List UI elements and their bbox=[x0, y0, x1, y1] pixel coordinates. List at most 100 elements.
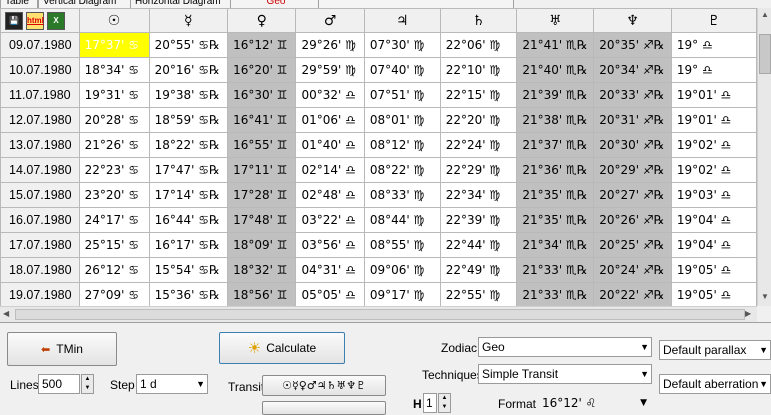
position-cell[interactable]: 15°54' ♋℞ bbox=[148, 257, 229, 283]
position-cell[interactable]: 22°49' ♍ bbox=[439, 257, 518, 283]
position-cell[interactable]: 16°55' ♊ bbox=[227, 132, 297, 158]
position-cell[interactable]: 19° ♎ bbox=[670, 32, 757, 58]
zodiac-select[interactable]: Geo ▼ bbox=[478, 337, 652, 357]
h-input[interactable]: 1 bbox=[423, 393, 437, 413]
horizontal-scroll-thumb[interactable] bbox=[15, 309, 745, 320]
position-cell[interactable]: 20°29' ♐℞ bbox=[593, 157, 672, 183]
position-cell[interactable]: 21°41' ♏℞ bbox=[516, 32, 595, 58]
position-cell[interactable]: 08°12' ♍ bbox=[363, 132, 441, 158]
tmin-button[interactable]: ⬅ TMin bbox=[7, 332, 117, 366]
position-cell[interactable]: 08°01' ♍ bbox=[363, 107, 441, 133]
position-cell[interactable]: 19°01' ♎ bbox=[670, 82, 757, 108]
position-cell[interactable]: 20°30' ♐℞ bbox=[593, 132, 672, 158]
lines-spinner[interactable]: ▲ ▼ bbox=[81, 374, 94, 394]
position-cell[interactable]: 20°34' ♐℞ bbox=[593, 57, 672, 83]
lines-input[interactable]: 500 bbox=[38, 374, 80, 394]
position-cell[interactable]: 18°32' ♊ bbox=[227, 257, 297, 283]
position-cell[interactable]: 07°51' ♍ bbox=[363, 82, 441, 108]
position-cell[interactable]: 19°04' ♎ bbox=[670, 232, 757, 258]
position-cell[interactable]: 01°40' ♎ bbox=[295, 132, 365, 158]
position-cell[interactable]: 16°30' ♊ bbox=[227, 82, 297, 108]
position-cell[interactable]: 15°36' ♋℞ bbox=[148, 282, 229, 306]
position-cell[interactable]: 21°40' ♏℞ bbox=[516, 57, 595, 83]
html-export-icon[interactable]: html bbox=[26, 11, 44, 30]
row-date[interactable]: 18.07.1980 bbox=[0, 257, 80, 283]
selected-cell[interactable]: 17°37' ♋ bbox=[78, 32, 150, 58]
position-cell[interactable]: 22°24' ♍ bbox=[439, 132, 518, 158]
position-cell[interactable]: 22°34' ♍ bbox=[439, 182, 518, 208]
position-cell[interactable]: 18°59' ♋℞ bbox=[148, 107, 229, 133]
position-cell[interactable]: 19°02' ♎ bbox=[670, 157, 757, 183]
row-date[interactable]: 10.07.1980 bbox=[0, 57, 80, 83]
position-cell[interactable]: 19° ♎ bbox=[670, 57, 757, 83]
position-cell[interactable]: 22°23' ♋ bbox=[78, 157, 150, 183]
position-cell[interactable]: 21°34' ♏℞ bbox=[516, 232, 595, 258]
position-cell[interactable]: 17°48' ♊ bbox=[227, 207, 297, 233]
row-date[interactable]: 13.07.1980 bbox=[0, 132, 80, 158]
aberration-select[interactable]: Default aberration ▼ bbox=[659, 374, 771, 394]
vertical-scroll-thumb[interactable] bbox=[759, 34, 771, 74]
row-date[interactable]: 17.07.1980 bbox=[0, 232, 80, 258]
step-select[interactable]: 1 d ▼ bbox=[136, 374, 208, 394]
position-cell[interactable]: 19°38' ♋℞ bbox=[148, 82, 229, 108]
position-cell[interactable]: 02°48' ♎ bbox=[295, 182, 365, 208]
row-date[interactable]: 15.07.1980 bbox=[0, 182, 80, 208]
position-cell[interactable]: 16°20' ♊ bbox=[227, 57, 297, 83]
position-cell[interactable]: 20°33' ♐℞ bbox=[593, 82, 672, 108]
position-cell[interactable]: 03°56' ♎ bbox=[295, 232, 365, 258]
position-cell[interactable]: 21°38' ♏℞ bbox=[516, 107, 595, 133]
position-cell[interactable]: 19°05' ♎ bbox=[670, 257, 757, 283]
position-cell[interactable]: 17°14' ♋℞ bbox=[148, 182, 229, 208]
position-cell[interactable]: 18°09' ♊ bbox=[227, 232, 297, 258]
tab-horizontal-diagram[interactable]: Horizontal Diagram bbox=[130, 0, 234, 8]
parallax-select[interactable]: Default parallax ▼ bbox=[659, 340, 771, 360]
scroll-up-icon[interactable]: ▲ bbox=[761, 10, 769, 19]
position-cell[interactable]: 00°32' ♎ bbox=[295, 82, 365, 108]
position-cell[interactable]: 16°44' ♋℞ bbox=[148, 207, 229, 233]
position-cell[interactable]: 21°35' ♏℞ bbox=[516, 182, 595, 208]
vertical-scrollbar[interactable]: ▲ ▼ bbox=[757, 8, 771, 306]
position-cell[interactable]: 22°39' ♍ bbox=[439, 207, 518, 233]
column-header[interactable]: ♆ bbox=[593, 8, 672, 33]
position-cell[interactable]: 17°28' ♊ bbox=[227, 182, 297, 208]
position-cell[interactable]: 03°22' ♎ bbox=[295, 207, 365, 233]
position-cell[interactable]: 20°26' ♐℞ bbox=[593, 207, 672, 233]
position-cell[interactable]: 29°59' ♍ bbox=[295, 57, 365, 83]
position-cell[interactable]: 04°31' ♎ bbox=[295, 257, 365, 283]
row-date[interactable]: 09.07.1980 bbox=[0, 32, 80, 58]
position-cell[interactable]: 23°20' ♋ bbox=[78, 182, 150, 208]
column-header[interactable]: ♀ bbox=[227, 8, 297, 33]
position-cell[interactable]: 18°34' ♋ bbox=[78, 57, 150, 83]
position-cell[interactable]: 18°56' ♊ bbox=[227, 282, 297, 306]
scroll-left-icon[interactable]: ◀ bbox=[3, 309, 9, 318]
row-date[interactable]: 14.07.1980 bbox=[0, 157, 80, 183]
position-cell[interactable]: 20°27' ♐℞ bbox=[593, 182, 672, 208]
position-cell[interactable]: 08°22' ♍ bbox=[363, 157, 441, 183]
position-cell[interactable]: 21°35' ♏℞ bbox=[516, 207, 595, 233]
position-cell[interactable]: 08°33' ♍ bbox=[363, 182, 441, 208]
position-cell[interactable]: 22°44' ♍ bbox=[439, 232, 518, 258]
column-header[interactable]: ♂ bbox=[295, 8, 365, 33]
position-cell[interactable]: 19°01' ♎ bbox=[670, 107, 757, 133]
position-cell[interactable]: 18°22' ♋℞ bbox=[148, 132, 229, 158]
position-cell[interactable]: 19°03' ♎ bbox=[670, 182, 757, 208]
position-cell[interactable]: 02°14' ♎ bbox=[295, 157, 365, 183]
position-cell[interactable]: 21°37' ♏℞ bbox=[516, 132, 595, 158]
position-cell[interactable]: 05°05' ♎ bbox=[295, 282, 365, 306]
tab-vertical-diagram[interactable]: Vertical Diagram bbox=[38, 0, 134, 8]
transit-planets-button[interactable]: ☉☿♀♂♃♄♅♆♇ bbox=[262, 375, 386, 396]
position-cell[interactable]: 16°17' ♋℞ bbox=[148, 232, 229, 258]
position-cell[interactable]: 09°06' ♍ bbox=[363, 257, 441, 283]
column-header[interactable]: ☉ bbox=[78, 8, 150, 33]
position-cell[interactable]: 22°55' ♍ bbox=[439, 282, 518, 306]
position-cell[interactable]: 08°44' ♍ bbox=[363, 207, 441, 233]
format-select[interactable]: 16°12' ♌ ▼ bbox=[538, 393, 650, 413]
position-cell[interactable]: 19°02' ♎ bbox=[670, 132, 757, 158]
position-cell[interactable]: 09°17' ♍ bbox=[363, 282, 441, 306]
position-cell[interactable]: 22°06' ♍ bbox=[439, 32, 518, 58]
position-cell[interactable]: 21°36' ♏℞ bbox=[516, 157, 595, 183]
row-date[interactable]: 11.07.1980 bbox=[0, 82, 80, 108]
excel-export-icon[interactable]: X bbox=[47, 11, 65, 30]
position-cell[interactable]: 07°40' ♍ bbox=[363, 57, 441, 83]
horizontal-scrollbar[interactable]: ◀ ▶ bbox=[0, 306, 757, 323]
